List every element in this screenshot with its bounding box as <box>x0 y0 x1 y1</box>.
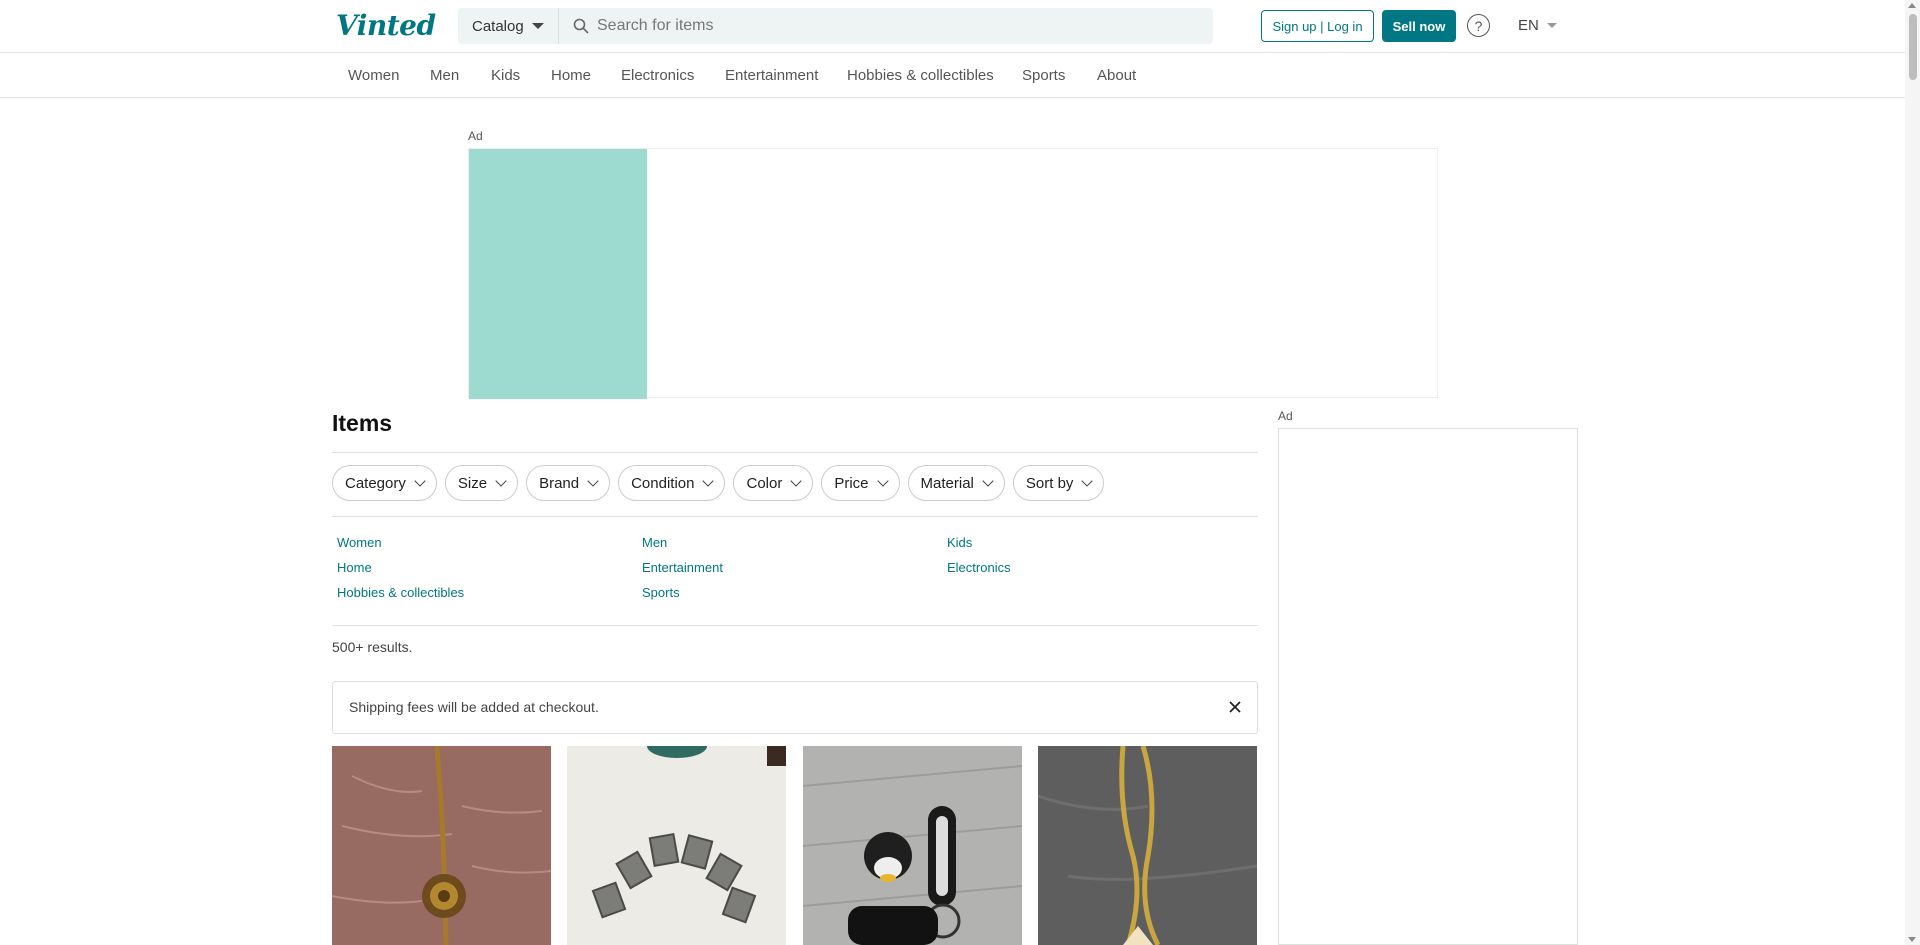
scroll-down-arrow-icon[interactable] <box>1908 937 1916 942</box>
category-link-kids[interactable]: Kids <box>947 535 972 550</box>
item-card[interactable] <box>803 746 1022 945</box>
catalog-dropdown[interactable]: Catalog <box>458 8 559 44</box>
filter-material[interactable]: Material <box>907 465 1005 501</box>
filter-brand[interactable]: Brand <box>526 465 611 501</box>
language-selector[interactable]: EN <box>1518 17 1557 34</box>
chevron-down-icon <box>876 474 889 487</box>
filter-condition[interactable]: Condition <box>618 465 726 501</box>
nav-item-kids[interactable]: Kids <box>491 67 520 84</box>
category-link-entertainment[interactable]: Entertainment <box>642 560 723 575</box>
search-icon <box>573 18 589 34</box>
item-photo-bracelet <box>332 746 551 945</box>
item-photo-silver-bracelet <box>567 746 786 945</box>
nav-item-home[interactable]: Home <box>551 67 591 84</box>
filter-color[interactable]: Color <box>733 465 814 501</box>
divider <box>332 625 1258 626</box>
caret-down-icon <box>531 23 544 29</box>
site-header: Vinted Catalog Sign up | Log in Sell now… <box>0 0 1920 53</box>
nav-item-hobbies[interactable]: Hobbies & collectibles <box>847 67 994 84</box>
item-card[interactable] <box>332 746 551 945</box>
item-photo-necklace <box>1038 746 1257 945</box>
filter-label: Category <box>345 474 406 492</box>
help-icon[interactable]: ? <box>1467 14 1490 37</box>
signup-login-button[interactable]: Sign up | Log in <box>1261 10 1374 42</box>
filter-label: Size <box>457 474 488 492</box>
ad-label: Ad <box>1278 409 1293 423</box>
chevron-down-icon <box>1081 474 1094 487</box>
banner-ad[interactable] <box>468 148 1438 399</box>
page-title: Items <box>332 410 393 436</box>
search-input[interactable] <box>597 17 1197 35</box>
category-link-men[interactable]: Men <box>642 535 667 550</box>
chevron-down-icon <box>702 474 715 487</box>
filter-label: Material <box>920 474 974 492</box>
caret-down-icon <box>1546 23 1557 28</box>
language-label: EN <box>1518 17 1539 34</box>
filter-label: Sort by <box>1025 474 1074 492</box>
shipping-notice: Shipping fees will be added at checkout. <box>332 681 1258 734</box>
sell-now-button[interactable]: Sell now <box>1382 10 1456 42</box>
category-nav: Women Men Kids Home Electronics Entertai… <box>0 53 1920 98</box>
chevron-down-icon <box>414 474 426 487</box>
chevron-down-icon <box>982 474 994 487</box>
results-count: 500+ results. <box>332 639 413 655</box>
nav-item-men[interactable]: Men <box>430 67 459 84</box>
scroll-thumb[interactable] <box>1909 14 1917 80</box>
item-card[interactable] <box>1038 746 1257 945</box>
filter-bar: Category Size Brand Condition Color Pric… <box>332 465 1105 501</box>
nav-item-women[interactable]: Women <box>348 67 399 84</box>
ad-image <box>469 149 647 399</box>
page-scrollbar[interactable] <box>1905 0 1920 945</box>
chevron-down-icon <box>495 474 507 487</box>
side-ad[interactable] <box>1278 428 1578 945</box>
filter-label: Brand <box>539 474 580 492</box>
category-link-women[interactable]: Women <box>337 535 382 550</box>
filter-sort-by[interactable]: Sort by <box>1012 465 1105 501</box>
category-link-home[interactable]: Home <box>337 560 372 575</box>
chevron-down-icon <box>587 474 599 487</box>
nav-item-sports[interactable]: Sports <box>1022 67 1065 84</box>
vinted-logo[interactable]: Vinted <box>336 9 436 42</box>
scroll-up-arrow-icon[interactable] <box>1908 3 1916 8</box>
item-card[interactable] <box>567 746 786 945</box>
filter-category[interactable]: Category <box>332 465 437 501</box>
filter-label: Price <box>834 474 869 492</box>
catalog-label: Catalog <box>472 17 524 35</box>
filter-size[interactable]: Size <box>444 465 519 501</box>
divider <box>332 452 1258 453</box>
nav-item-entertainment[interactable]: Entertainment <box>725 67 818 84</box>
search-bar: Catalog <box>458 8 1213 44</box>
filter-price[interactable]: Price <box>821 465 900 501</box>
ad-label: Ad <box>468 129 483 143</box>
item-photo-keychain <box>803 746 1022 945</box>
nav-item-about[interactable]: About <box>1097 67 1136 84</box>
close-icon[interactable] <box>1227 699 1243 715</box>
category-link-hobbies[interactable]: Hobbies & collectibles <box>337 585 464 600</box>
category-link-electronics[interactable]: Electronics <box>947 560 1011 575</box>
chevron-down-icon <box>790 474 803 487</box>
filter-label: Condition <box>631 474 695 492</box>
shipping-notice-text: Shipping fees will be added at checkout. <box>349 699 599 715</box>
divider <box>332 516 1258 517</box>
filter-label: Color <box>746 474 783 492</box>
category-link-sports[interactable]: Sports <box>642 585 680 600</box>
nav-item-electronics[interactable]: Electronics <box>621 67 694 84</box>
